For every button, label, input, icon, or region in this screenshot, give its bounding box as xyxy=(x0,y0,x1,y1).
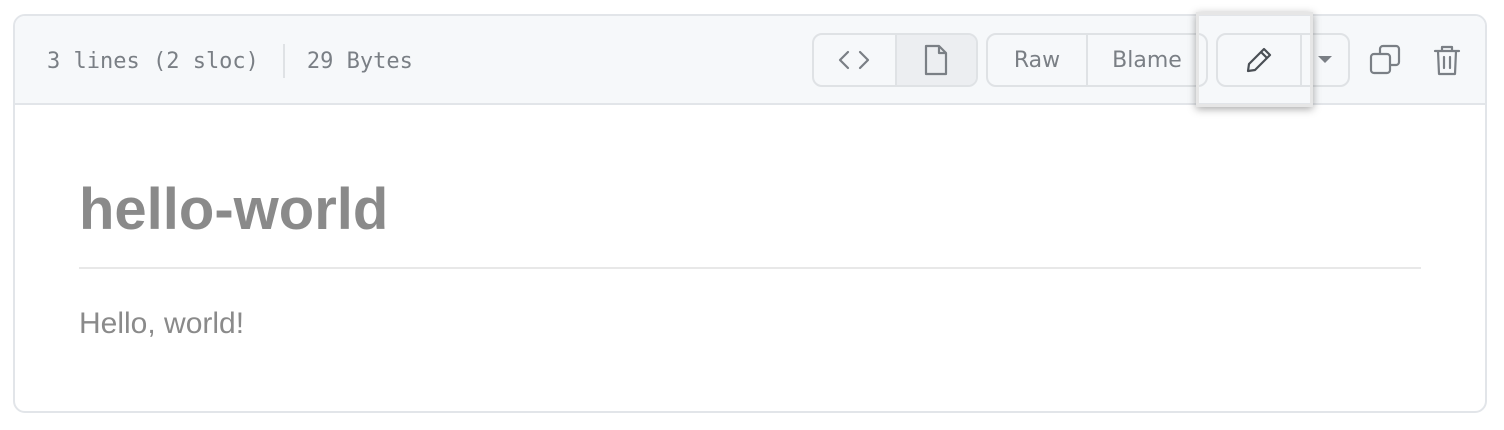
markdown-paragraph: Hello, world! xyxy=(79,307,245,340)
file-box: 3 lines (2 sloc) 29 Bytes Raw Blame hell… xyxy=(13,12,1487,413)
file-info: 3 lines (2 sloc) 29 Bytes xyxy=(47,44,413,78)
file-size-info: 29 Bytes xyxy=(306,48,413,74)
delete-file-button[interactable] xyxy=(1427,40,1467,80)
trash-icon xyxy=(1433,45,1461,76)
edit-options-dropdown[interactable] xyxy=(1300,35,1348,85)
code-icon xyxy=(839,50,870,70)
raw-blame-group: Raw Blame xyxy=(986,33,1208,87)
file-header: 3 lines (2 sloc) 29 Bytes Raw Blame xyxy=(15,12,1485,107)
display-rendered-button[interactable] xyxy=(894,35,976,85)
copy-raw-button[interactable] xyxy=(1365,40,1405,80)
file-content: hello-world Hello, world! xyxy=(79,105,1421,341)
edit-file-button[interactable] xyxy=(1218,35,1300,85)
edit-group xyxy=(1216,33,1350,87)
display-source-button[interactable] xyxy=(814,35,895,85)
display-mode-group xyxy=(812,33,978,87)
pencil-icon xyxy=(1246,47,1272,73)
copy-icon xyxy=(1369,44,1401,75)
triangle-down-icon xyxy=(1318,56,1332,63)
blame-button[interactable]: Blame xyxy=(1086,35,1206,85)
file-info-divider xyxy=(282,44,285,78)
markdown-heading: hello-world xyxy=(79,177,389,242)
file-icon xyxy=(925,44,948,76)
file-lines-info: 3 lines (2 sloc) xyxy=(47,48,259,74)
raw-button[interactable]: Raw xyxy=(988,35,1086,85)
